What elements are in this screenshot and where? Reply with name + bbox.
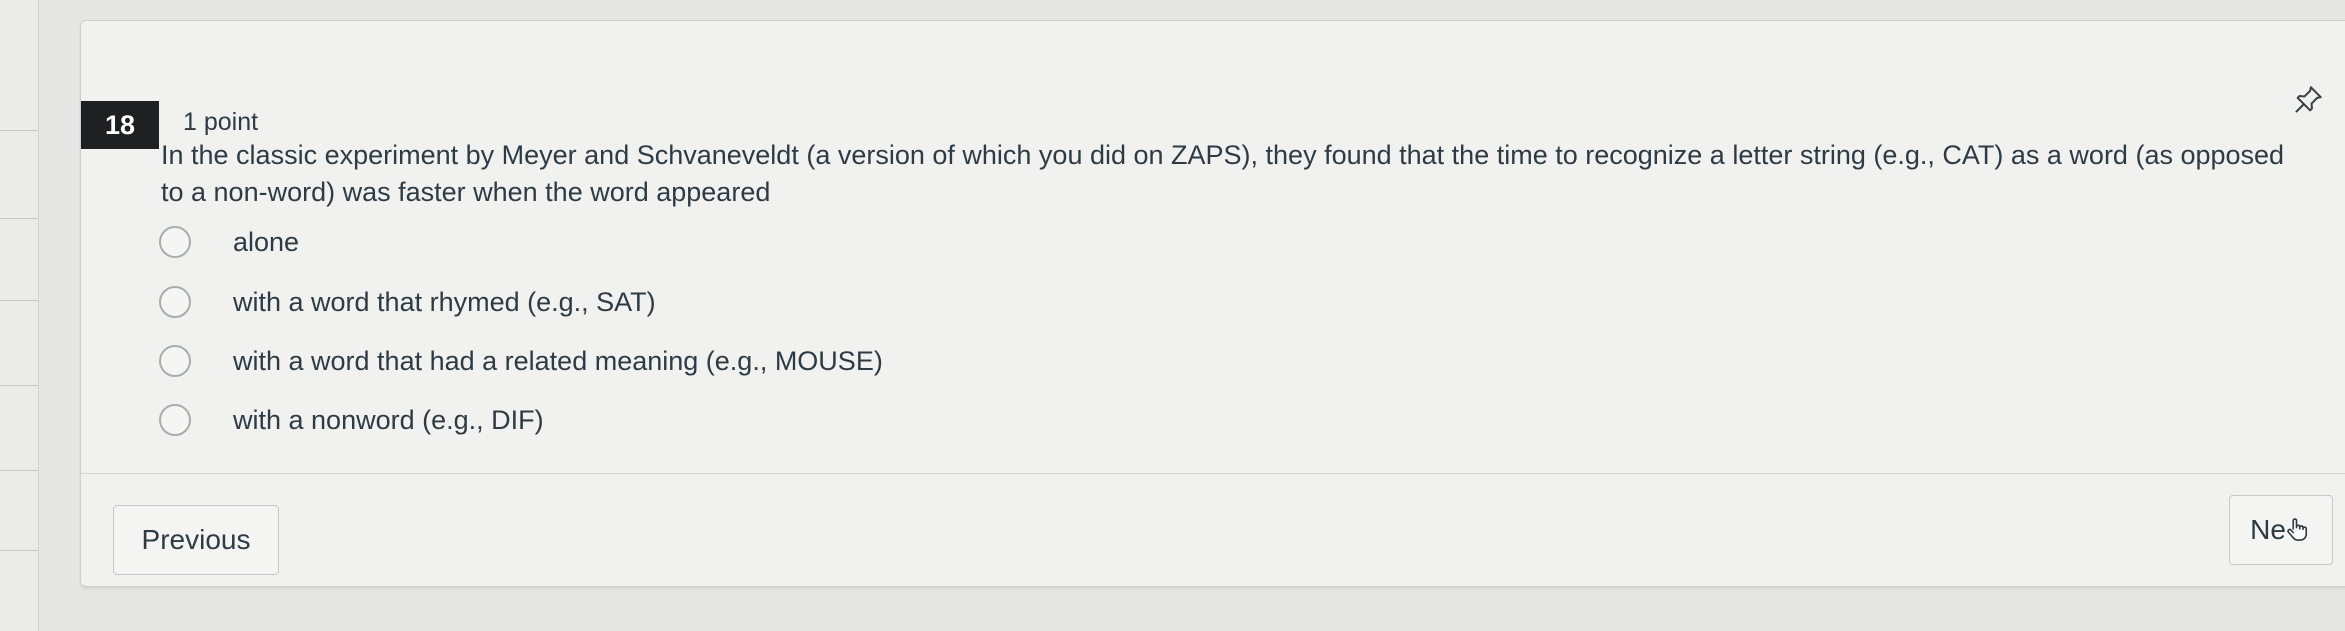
strip-divider (0, 550, 38, 551)
question-text: In the classic experiment by Meyer and S… (161, 140, 2285, 207)
strip-divider (0, 300, 38, 301)
previous-button[interactable]: Previous (113, 505, 279, 575)
answer-option-label: with a nonword (e.g., DIF) (233, 404, 544, 435)
footer-divider (81, 473, 2345, 474)
question-number-badge: 18 (81, 101, 159, 149)
answer-option[interactable]: with a nonword (e.g., DIF) (159, 399, 544, 441)
answer-option[interactable]: with a word that rhymed (e.g., SAT) (159, 281, 656, 323)
radio-button[interactable] (159, 226, 191, 258)
answer-option[interactable]: alone (159, 221, 299, 263)
radio-button[interactable] (159, 404, 191, 436)
hand-pointer-icon (2287, 518, 2307, 541)
strip-divider (0, 470, 38, 471)
left-sidebar-strip (0, 0, 39, 631)
pin-icon[interactable] (2291, 83, 2325, 117)
answer-option[interactable]: with a word that had a related meaning (… (159, 340, 883, 382)
radio-button[interactable] (159, 345, 191, 377)
strip-divider (0, 130, 38, 131)
strip-divider (0, 385, 38, 386)
answer-option-label: with a word that rhymed (e.g., SAT) (233, 286, 656, 317)
answer-option-label: alone (233, 226, 300, 257)
answer-option-label: with a word that had a related meaning (… (233, 345, 883, 376)
next-button[interactable]: Ne (2229, 495, 2333, 565)
strip-divider (0, 218, 38, 219)
question-points: 1 point (183, 108, 259, 136)
question-card: 18 1 point In the classic experiment by … (80, 20, 2345, 587)
radio-button[interactable] (159, 286, 191, 318)
next-button-label: Ne (2250, 514, 2286, 545)
